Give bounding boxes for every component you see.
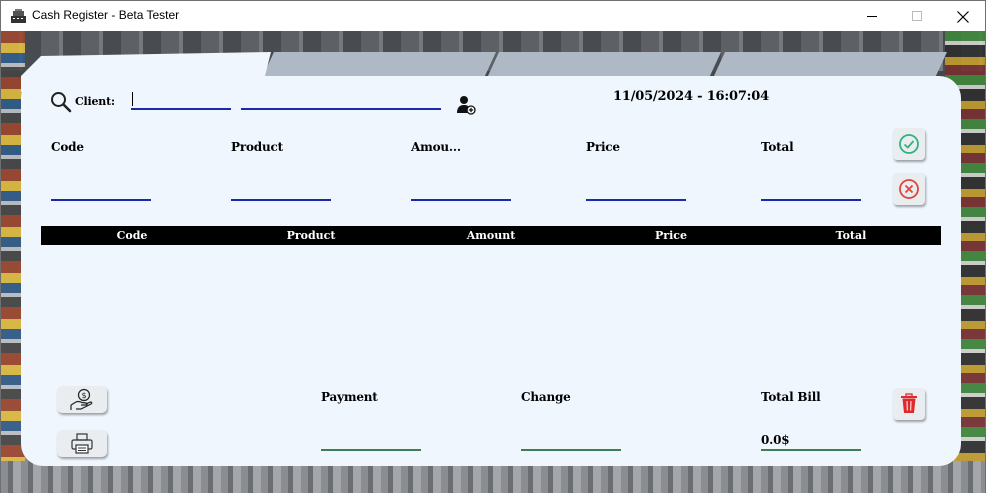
change-label: Change xyxy=(521,390,571,404)
window-title: Cash Register - Beta Tester xyxy=(32,8,180,22)
close-icon xyxy=(957,10,969,23)
column-header-total[interactable]: Total xyxy=(836,229,867,242)
svg-text:$: $ xyxy=(81,391,86,400)
tab-3[interactable] xyxy=(713,52,947,78)
minimize-button[interactable] xyxy=(849,1,895,32)
text-cursor xyxy=(132,92,133,106)
column-header-price[interactable]: Price xyxy=(655,229,687,242)
client-name-underline xyxy=(241,108,441,110)
entry-code-underline xyxy=(51,199,151,201)
check-circle-icon xyxy=(899,134,919,154)
maximize-icon xyxy=(911,11,922,21)
payment-label: Payment xyxy=(321,390,378,404)
entry-total-input[interactable] xyxy=(761,180,861,200)
entry-product-underline xyxy=(231,199,331,201)
client-name-input[interactable] xyxy=(241,90,441,110)
entry-total-underline xyxy=(761,199,861,201)
total-bill-label: Total Bill xyxy=(761,390,821,404)
column-header-code[interactable]: Code xyxy=(117,229,148,242)
title-bar: Cash Register - Beta Tester xyxy=(0,0,986,31)
datetime-display: 11/05/2024 - 16:07:04 xyxy=(613,89,769,104)
total-bill-field: 0.0$ xyxy=(761,430,861,450)
tab-2[interactable] xyxy=(487,52,721,78)
x-circle-icon xyxy=(899,179,919,199)
minimize-icon xyxy=(866,16,877,17)
maximize-button[interactable] xyxy=(894,1,940,32)
entry-product-label: Product xyxy=(231,140,283,154)
entry-amount-underline xyxy=(411,199,511,201)
entry-code-label: Code xyxy=(51,140,84,154)
cancel-button[interactable] xyxy=(893,173,925,205)
add-user-icon[interactable] xyxy=(456,95,476,115)
cash-register-icon xyxy=(11,9,26,23)
payment-input[interactable] xyxy=(321,430,421,450)
search-icon[interactable] xyxy=(50,91,72,113)
confirm-button[interactable] xyxy=(893,128,925,160)
payment-button[interactable]: $ xyxy=(57,386,107,413)
client-label: Client: xyxy=(75,95,115,108)
delete-button[interactable] xyxy=(893,388,925,420)
change-input[interactable] xyxy=(521,430,621,450)
printer-icon xyxy=(71,432,93,454)
entry-price-input[interactable] xyxy=(586,180,686,200)
payment-underline xyxy=(321,449,421,451)
client-code-input[interactable] xyxy=(131,90,231,110)
entry-code-input[interactable] xyxy=(51,180,151,200)
items-table-header: Code Product Amount Price Total xyxy=(41,226,941,245)
cash-hand-icon: $ xyxy=(70,388,93,410)
entry-product-input[interactable] xyxy=(231,180,331,200)
column-header-product[interactable]: Product xyxy=(287,229,336,242)
entry-price-underline xyxy=(586,199,686,201)
column-header-amount[interactable]: Amount xyxy=(467,229,516,242)
client-code-underline xyxy=(131,108,231,110)
entry-amount-label: Amou... xyxy=(411,140,461,154)
items-table-body[interactable] xyxy=(41,245,941,375)
close-button[interactable] xyxy=(940,1,986,32)
entry-amount-input[interactable] xyxy=(411,180,511,200)
print-button[interactable] xyxy=(57,430,107,457)
change-underline xyxy=(521,449,621,451)
entry-total-label: Total xyxy=(761,140,794,154)
total-bill-value: 0.0$ xyxy=(761,433,790,447)
entry-price-label: Price xyxy=(586,140,620,154)
tab-1[interactable] xyxy=(262,52,496,78)
trash-icon xyxy=(901,393,917,413)
total-bill-underline xyxy=(761,449,861,451)
